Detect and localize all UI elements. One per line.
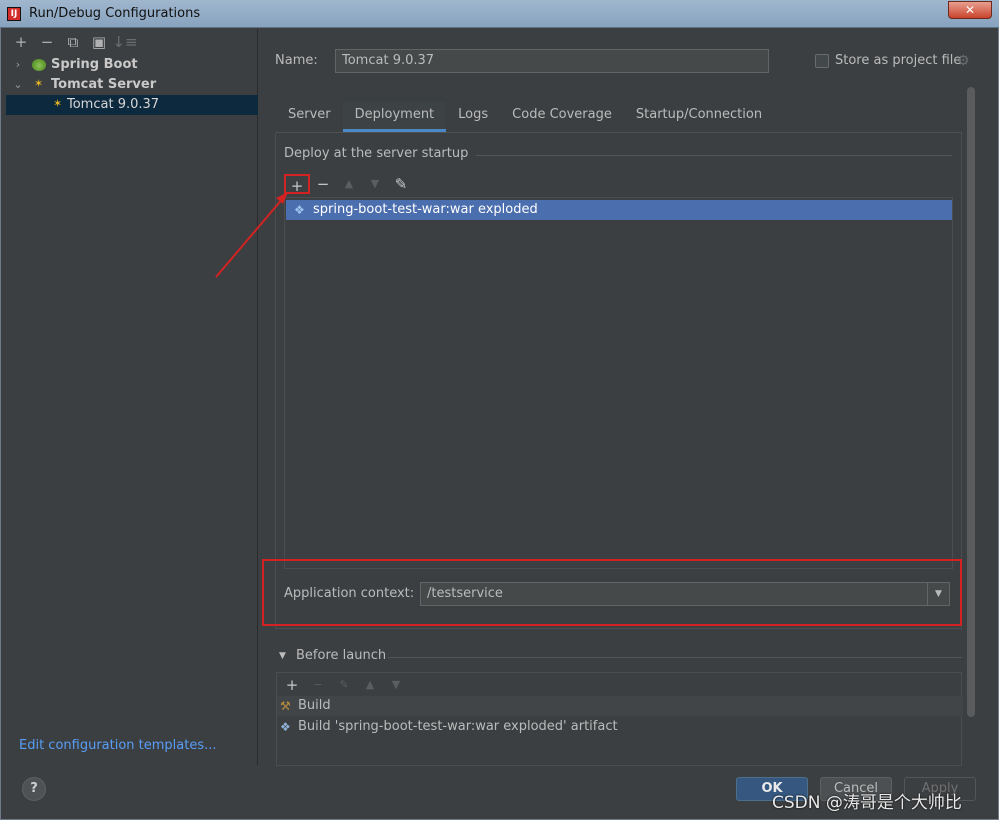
sort-icon[interactable]: ↓≡ <box>112 32 138 52</box>
application-context-field[interactable]: /testservice ▼ <box>420 582 950 606</box>
tab-code-coverage[interactable]: Code Coverage <box>500 102 624 132</box>
dropdown-arrow-icon[interactable]: ▼ <box>927 583 949 605</box>
deploy-group-title: Deploy at the server startup <box>284 146 477 161</box>
help-button[interactable]: ? <box>22 777 46 801</box>
tab-server[interactable]: Server <box>276 102 343 132</box>
tab-startup-connection[interactable]: Startup/Connection <box>624 102 774 132</box>
edit-icon[interactable]: ✎ <box>388 174 414 194</box>
scrollbar[interactable] <box>967 87 975 717</box>
store-as-project-label[interactable]: Store as project file <box>835 53 961 68</box>
move-down-button[interactable]: ▼ <box>383 675 409 695</box>
move-up-button[interactable]: ▲ <box>357 675 383 695</box>
edit-templates-link[interactable]: Edit configuration templates... <box>19 738 217 753</box>
close-button[interactable]: ✕ <box>948 1 992 19</box>
deploy-toolbar: + − ▲ ▼ ✎ <box>284 174 414 195</box>
name-field[interactable]: Tomcat 9.0.37 <box>335 49 769 73</box>
artifact-icon: ❖ <box>280 720 291 734</box>
edit-task-icon[interactable]: ✎ <box>331 675 357 695</box>
application-context-value: /testservice <box>427 586 503 601</box>
hammer-icon: ⚒ <box>280 699 291 713</box>
tab-bar: Server Deployment Logs Code Coverage Sta… <box>276 102 774 132</box>
artifact-icon: ❖ <box>294 203 305 217</box>
before-launch-list: ⚒ Build ❖ Build 'spring-boot-test-war:wa… <box>276 696 963 766</box>
store-as-project-checkbox[interactable] <box>815 54 829 68</box>
tree-item-label: Spring Boot <box>51 57 138 72</box>
remove-artifact-button[interactable]: − <box>310 174 336 194</box>
title-bar: IJ Run/Debug Configurations ✕ <box>0 0 999 28</box>
list-item[interactable]: ⚒ Build <box>277 696 963 716</box>
move-up-button[interactable]: ▲ <box>336 174 362 194</box>
watermark: CSDN @涛哥是个大帅比 <box>772 793 962 813</box>
tomcat-icon: ✶ <box>53 97 63 110</box>
application-context-label: Application context: <box>284 586 415 601</box>
chevron-right-icon[interactable]: › <box>12 55 24 75</box>
task-label: Build 'spring-boot-test-war:war exploded… <box>298 719 618 734</box>
task-label: Build <box>298 698 331 713</box>
add-task-button[interactable]: + <box>279 675 305 695</box>
config-sidebar <box>6 29 258 765</box>
config-tree: › Spring Boot ⌄ ✶ Tomcat Server ✶ Tomcat… <box>6 55 258 115</box>
tree-item-tomcat-server[interactable]: ⌄ ✶ Tomcat Server <box>6 75 258 95</box>
name-label: Name: <box>275 53 318 68</box>
before-launch-title: Before launch <box>296 648 387 663</box>
tab-deployment[interactable]: Deployment <box>342 102 447 132</box>
tomcat-icon: ✶ <box>34 77 44 90</box>
tree-item-label: Tomcat Server <box>51 77 157 92</box>
artifact-label: spring-boot-test-war:war exploded <box>313 202 538 217</box>
remove-config-button[interactable]: − <box>34 32 60 52</box>
chevron-down-icon[interactable]: ⌄ <box>12 75 24 95</box>
collapse-arrow-icon[interactable]: ▼ <box>279 651 286 661</box>
group-divider <box>463 155 952 156</box>
list-item[interactable]: ❖ Build 'spring-boot-test-war:war explod… <box>277 717 963 737</box>
tree-item-label: Tomcat 9.0.37 <box>67 97 160 112</box>
app-icon: IJ <box>7 7 21 21</box>
tree-item-tomcat-9[interactable]: ✶ Tomcat 9.0.37 <box>6 95 258 115</box>
move-down-button[interactable]: ▼ <box>362 174 388 194</box>
add-artifact-button[interactable]: + <box>284 174 310 195</box>
copy-config-button[interactable]: ⧉ <box>60 32 86 52</box>
folder-icon[interactable]: ▣ <box>86 32 112 52</box>
spring-boot-icon <box>32 59 46 71</box>
list-item[interactable]: ❖ spring-boot-test-war:war exploded <box>286 200 952 220</box>
group-divider <box>388 657 962 658</box>
tree-item-spring-boot[interactable]: › Spring Boot <box>6 55 258 75</box>
remove-task-button[interactable]: − <box>305 675 331 695</box>
gear-icon[interactable]: ⚙ <box>957 53 970 69</box>
before-launch-toolbar: + − ✎ ▲ ▼ <box>276 672 962 696</box>
add-config-button[interactable]: + <box>8 32 34 52</box>
deploy-list: ❖ spring-boot-test-war:war exploded <box>284 197 953 569</box>
sidebar-toolbar: + − ⧉ ▣ ↓≡ <box>8 32 138 52</box>
tab-logs[interactable]: Logs <box>446 102 500 132</box>
window-title: Run/Debug Configurations <box>29 6 201 21</box>
